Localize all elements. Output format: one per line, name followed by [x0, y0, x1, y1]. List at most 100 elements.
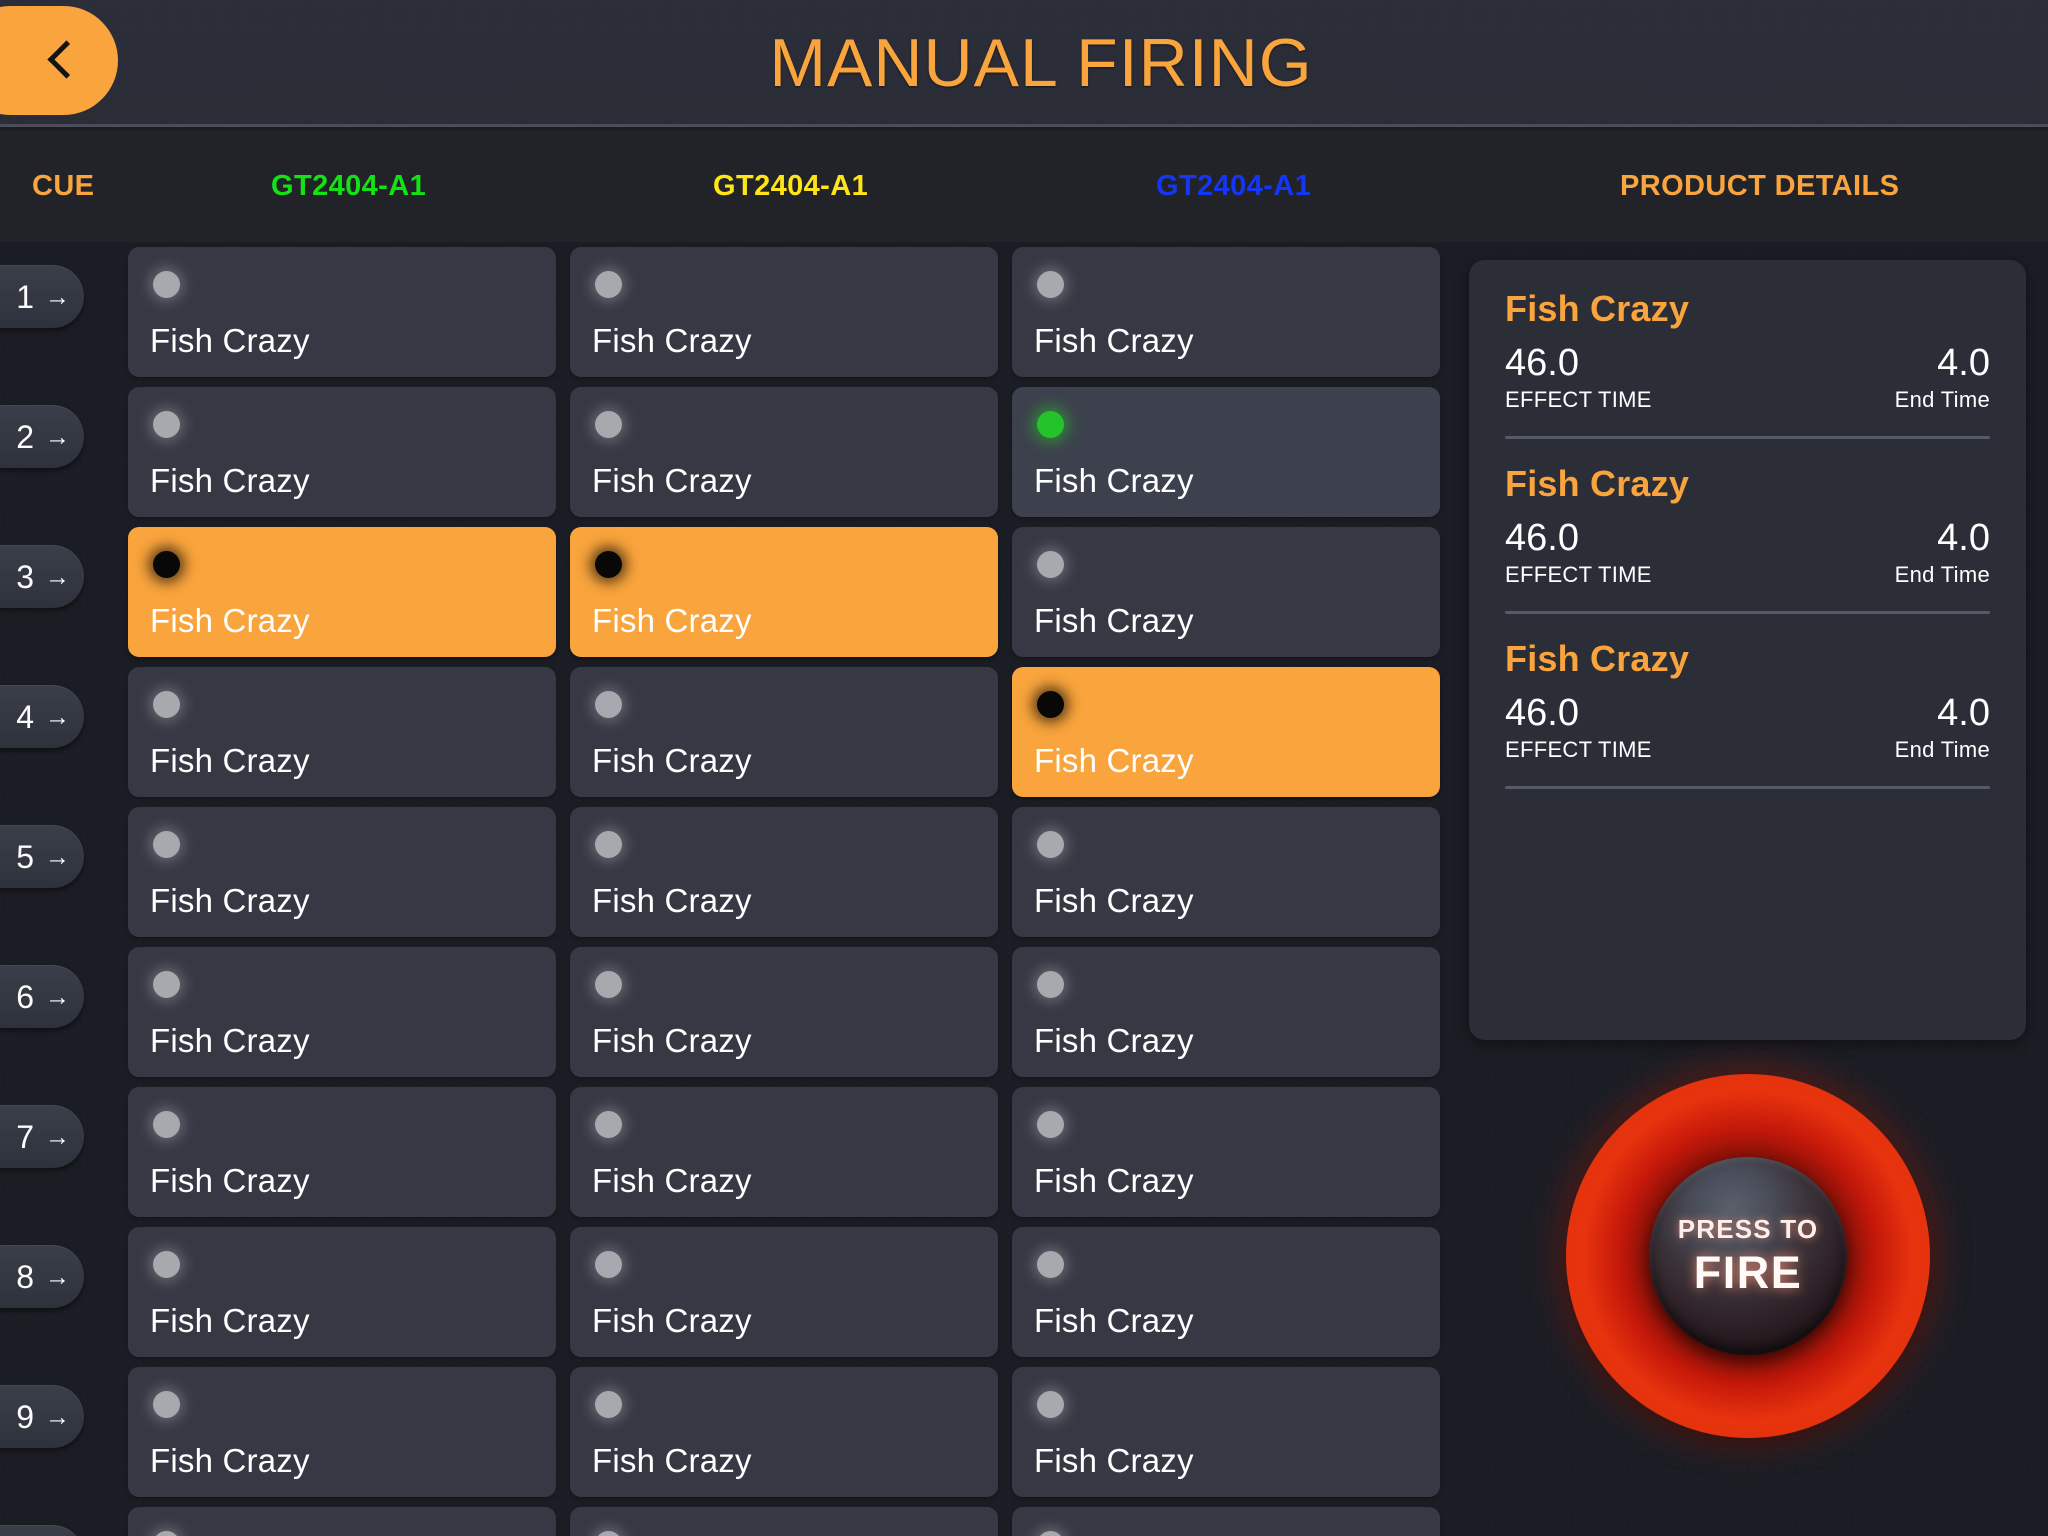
cue-button-5[interactable]: 5 → — [0, 825, 84, 888]
status-dot-idle — [1037, 1531, 1064, 1536]
cue-cell-label: Fish Crazy — [592, 1442, 752, 1479]
arrow-right-icon: → — [45, 983, 70, 1011]
effect-time-label: EFFECT TIME — [1505, 386, 1652, 412]
cue-cell-label: Fish Crazy — [150, 1022, 310, 1059]
status-dot-idle — [595, 271, 622, 298]
cue-cell-label: Fish Crazy — [1034, 602, 1194, 639]
cue-cell[interactable]: Fish Crazy — [570, 667, 998, 797]
arrow-right-icon: → — [45, 423, 70, 451]
cue-cell-label: Fish Crazy — [1034, 1302, 1194, 1339]
cue-cell[interactable]: Fish Crazy — [570, 1367, 998, 1497]
fire-button-main-label: FIRE — [1693, 1246, 1803, 1298]
end-time-label: End Time — [1894, 386, 1990, 412]
top-bar: MANUAL FIRING — [0, 0, 2048, 127]
cue-cell[interactable]: Fish Crazy — [1012, 387, 1440, 517]
cue-cell-label: Fish Crazy — [592, 1022, 752, 1059]
cue-button-2[interactable]: 2 → — [0, 405, 84, 468]
cue-cell[interactable]: Fish Crazy — [128, 807, 556, 937]
cue-cell[interactable]: Fish Crazy — [570, 947, 998, 1077]
cue-row: 8 → Fish Crazy Fish Crazy Fish Crazy — [0, 1222, 1468, 1362]
cue-number: 2 — [16, 418, 34, 455]
cue-cell[interactable]: Fish Crazy — [1012, 947, 1440, 1077]
status-dot-selected — [153, 551, 180, 578]
product-detail-labels: EFFECT TIME End Time — [1505, 562, 1990, 588]
cue-cell[interactable]: Fish Crazy — [1012, 807, 1440, 937]
cue-row: 4 → Fish Crazy Fish Crazy Fish Crazy — [0, 662, 1468, 802]
product-detail-values: 46.0 4.0 — [1505, 342, 1990, 384]
cue-cell[interactable]: Fish Crazy — [1012, 1087, 1440, 1217]
cue-cell-label: Fish Crazy — [150, 742, 310, 779]
cue-cell[interactable]: Fish Crazy — [128, 947, 556, 1077]
status-dot-idle — [153, 1251, 180, 1278]
arrow-right-icon: → — [45, 1123, 70, 1151]
status-dot-idle — [153, 411, 180, 438]
cue-cell[interactable]: Fish Crazy — [1012, 247, 1440, 377]
arrow-right-icon: → — [45, 563, 70, 591]
cue-cell-label: Fish Crazy — [1034, 1162, 1194, 1199]
product-detail-entry: Fish Crazy 46.0 4.0 EFFECT TIME End Time — [1505, 463, 1990, 614]
status-dot-selected — [595, 551, 622, 578]
cue-cell[interactable]: Fish Crazy — [570, 1087, 998, 1217]
effect-time-label: EFFECT TIME — [1505, 561, 1652, 587]
status-dot-idle — [153, 1531, 180, 1536]
cue-cell[interactable]: Fish Crazy — [1012, 1507, 1440, 1536]
cue-number: 4 — [16, 698, 34, 735]
cue-button-8[interactable]: 8 → — [0, 1245, 84, 1308]
fire-button-core[interactable]: PRESS TO FIRE — [1649, 1157, 1847, 1355]
cue-cell[interactable]: Fish Crazy — [1012, 667, 1440, 797]
arrow-right-icon: → — [45, 703, 70, 731]
effect-time-label: EFFECT TIME — [1505, 736, 1652, 762]
cue-row: 1 → Fish Crazy Fish Crazy Fish Crazy — [0, 242, 1468, 382]
cue-cell[interactable]: Fish Crazy — [1012, 527, 1440, 657]
column-header-device-3[interactable]: GT2404-A1 — [1156, 130, 1311, 242]
cue-cell[interactable]: Fish Crazy — [128, 387, 556, 517]
cue-cell[interactable]: Fish Crazy — [1012, 1367, 1440, 1497]
cue-button-10[interactable]: 10→ — [0, 1525, 84, 1536]
arrow-right-icon: → — [45, 283, 70, 311]
product-detail-values: 46.0 4.0 — [1505, 518, 1990, 559]
cue-cell[interactable]: Fish Crazy — [128, 247, 556, 377]
status-dot-idle — [595, 411, 622, 438]
cue-cell[interactable]: Fish Crazy — [570, 247, 998, 377]
column-header-device-1[interactable]: GT2404-A1 — [271, 130, 426, 242]
cue-cell[interactable]: Fish Crazy — [570, 527, 998, 657]
column-header-device-2[interactable]: GT2404-A1 — [713, 130, 868, 242]
cue-cell[interactable]: Fish Crazy — [128, 667, 556, 797]
cue-cell[interactable]: Fish Crazy — [128, 1087, 556, 1217]
cue-row: 6 → Fish Crazy Fish Crazy Fish Crazy — [0, 942, 1468, 1082]
cue-cell[interactable]: Fish Crazy — [128, 1507, 556, 1536]
cue-cell-label: Fish Crazy — [150, 882, 310, 919]
end-time-value: 4.0 — [1937, 691, 1990, 734]
cue-row: 7 → Fish Crazy Fish Crazy Fish Crazy — [0, 1082, 1468, 1222]
status-dot-idle — [595, 831, 622, 858]
cue-cell[interactable]: Fish Crazy — [570, 387, 998, 517]
status-dot-idle — [153, 1391, 180, 1418]
effect-time-value: 46.0 — [1505, 342, 1579, 384]
press-to-fire-button[interactable]: PRESS TO FIRE — [1566, 1074, 1930, 1438]
cue-cell-label: Fish Crazy — [150, 1162, 310, 1199]
detail-separator — [1505, 610, 1990, 614]
cue-row: 3 → Fish Crazy Fish Crazy Fish Crazy — [0, 522, 1468, 662]
cue-cell-label: Fish Crazy — [592, 1162, 752, 1199]
cue-cell[interactable]: Fish Crazy — [570, 1227, 998, 1357]
detail-separator — [1505, 785, 1990, 789]
cue-grid[interactable]: 1 → Fish Crazy Fish Crazy Fish Crazy 2 → Fish C… — [0, 242, 1468, 1536]
end-time-label: End Time — [1894, 736, 1990, 762]
cue-cell[interactable]: Fish Crazy — [128, 1227, 556, 1357]
cue-cell[interactable]: Fish Crazy — [570, 1507, 998, 1536]
cue-cell-label: Fish Crazy — [592, 882, 752, 919]
cue-cell[interactable]: Fish Crazy — [570, 807, 998, 937]
status-dot-selected — [1037, 691, 1064, 718]
cue-cell[interactable]: Fish Crazy — [128, 527, 556, 657]
cue-button-9[interactable]: 9 → — [0, 1385, 84, 1448]
cue-button-1[interactable]: 1 → — [0, 265, 84, 328]
cue-cell[interactable]: Fish Crazy — [1012, 1227, 1440, 1357]
cue-cell-label: Fish Crazy — [592, 742, 752, 779]
cue-button-4[interactable]: 4 → — [0, 685, 84, 748]
cue-button-7[interactable]: 7 → — [0, 1105, 84, 1168]
cue-cell-label: Fish Crazy — [1034, 322, 1194, 359]
cue-button-3[interactable]: 3 → — [0, 545, 84, 608]
status-dot-idle — [595, 1251, 622, 1278]
cue-cell[interactable]: Fish Crazy — [128, 1367, 556, 1497]
cue-button-6[interactable]: 6 → — [0, 965, 84, 1028]
